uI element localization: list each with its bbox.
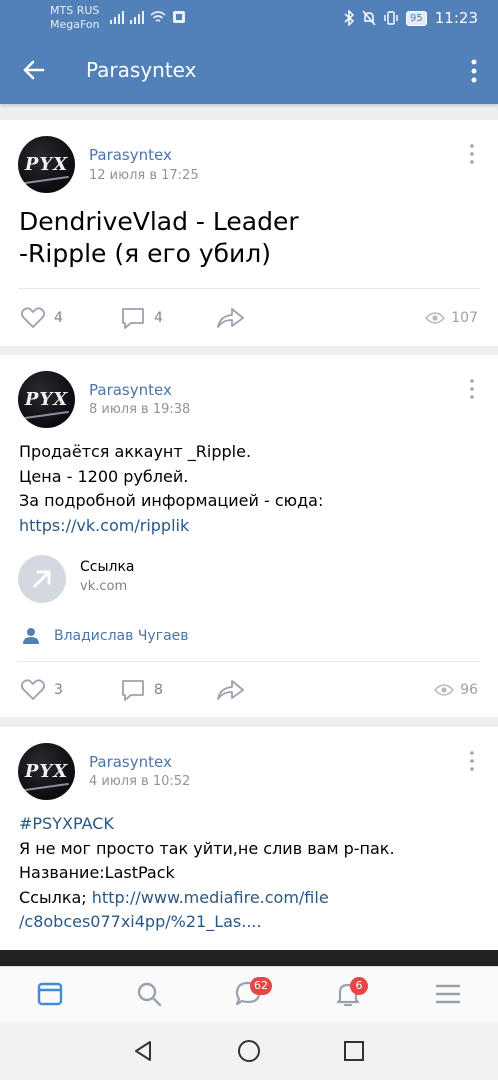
comment-count: 8: [154, 682, 163, 698]
link-preview-domain: vk.com: [80, 579, 128, 594]
eye-icon: [425, 312, 446, 324]
like-count: 3: [54, 682, 63, 698]
post-author[interactable]: Parasyntex: [89, 753, 172, 771]
post-link[interactable]: http://www.mediafire.com/file: [92, 888, 329, 907]
post-text-line: Я не мог просто так уйти,не слив вам p-п…: [19, 838, 395, 858]
menu-tab-icon[interactable]: [434, 980, 462, 1008]
carrier-name-2: MegaFon: [50, 18, 100, 31]
messages-badge: 62: [250, 977, 272, 995]
post-link-continued[interactable]: /c8obces077xi4pp/%21_Las....: [19, 910, 395, 935]
external-link-icon: [33, 570, 51, 588]
avatar[interactable]: PYX: [18, 743, 75, 800]
post-text: Продаётся аккаунт _Ripple. Цена - 1200 р…: [19, 440, 323, 538]
post-menu-icon[interactable]: [470, 144, 474, 164]
comment-icon: [122, 308, 144, 329]
app-bar: Parasyntex: [0, 36, 498, 104]
view-number: 96: [460, 682, 478, 698]
post-menu-icon[interactable]: [470, 751, 474, 771]
user-icon: [23, 628, 39, 644]
signal-icon: [130, 10, 144, 24]
post-text: #PSYXPACK Я не мог просто так уйти,не сл…: [19, 812, 395, 935]
wifi-icon: [150, 11, 166, 22]
post-card: PYX Parasyntex 4 июля в 10:52 #PSYXPACK …: [0, 727, 498, 950]
heart-icon: [20, 679, 46, 700]
system-home-icon[interactable]: [237, 1039, 261, 1063]
post-text-line: DendriveVlad - Leader: [19, 207, 299, 236]
carrier-info: MTS RUS MegaFon: [50, 4, 100, 32]
share-button[interactable]: [216, 678, 246, 702]
like-button[interactable]: 4: [20, 306, 63, 330]
eye-icon: [434, 684, 455, 696]
status-right: 95 11:23: [344, 9, 478, 27]
post-menu-icon[interactable]: [470, 379, 474, 399]
like-count: 4: [54, 310, 63, 326]
post-signer[interactable]: Владислав Чугаев: [22, 627, 189, 645]
post-text-line: -Ripple (я его убил): [19, 239, 272, 268]
notifications-tab[interactable]: 6: [334, 977, 368, 1008]
system-navigation-bar: [0, 1022, 498, 1080]
search-tab-icon[interactable]: [135, 980, 163, 1008]
post-text-line: За подробной информацией - сюда:: [19, 491, 324, 510]
comment-button[interactable]: 8: [120, 678, 163, 702]
avatar-logo-text: PYX: [24, 389, 69, 410]
post-author[interactable]: Parasyntex: [89, 146, 172, 164]
post-text-prefix: Ссылка;: [19, 887, 92, 907]
post-text-line: Ссылка; http://www.mediafire.com/file: [19, 886, 395, 911]
back-arrow-icon[interactable]: [20, 56, 48, 84]
post-date: 4 июля в 10:52: [89, 774, 191, 789]
avatar[interactable]: PYX: [18, 136, 75, 193]
signal-indicators: [110, 10, 186, 24]
media-preview-strip: [0, 950, 498, 966]
post-card: PYX Parasyntex 12 июля в 17:25 DendriveV…: [0, 120, 498, 346]
link-preview-title: Ссылка: [80, 559, 135, 575]
post-text-line: Название:LastPack: [19, 863, 175, 882]
system-back-icon[interactable]: [131, 1039, 155, 1063]
news-tab-icon[interactable]: [36, 980, 64, 1008]
messages-tab[interactable]: 62: [234, 977, 272, 1008]
bottom-tab-bar: 62 6: [0, 966, 498, 1022]
post-author[interactable]: Parasyntex: [89, 381, 172, 399]
post-text-line: Продаётся аккаунт _Ripple.: [19, 442, 252, 461]
comment-button[interactable]: 4: [120, 306, 163, 330]
divider: [18, 288, 480, 289]
like-button[interactable]: 3: [20, 678, 63, 702]
link-preview[interactable]: Ссылка vk.com: [18, 555, 478, 603]
screenshot-icon: [173, 11, 185, 23]
clock: 11:23: [434, 9, 478, 27]
heart-icon: [20, 307, 46, 328]
page-title: Parasyntex: [86, 58, 197, 82]
signer-name: Владислав Чугаев: [54, 628, 189, 644]
share-icon: [217, 308, 244, 328]
comment-count: 4: [154, 310, 163, 326]
view-count: 107: [425, 310, 478, 326]
share-button[interactable]: [216, 306, 246, 330]
post-text: DendriveVlad - Leader -Ripple (я его уби…: [19, 206, 299, 270]
avatar[interactable]: PYX: [18, 371, 75, 428]
mute-bell-icon: [362, 10, 376, 26]
post-date: 8 июля в 19:38: [89, 402, 191, 417]
more-options-icon[interactable]: [470, 58, 478, 84]
post-hashtag[interactable]: #PSYXPACK: [19, 812, 395, 837]
avatar-logo-text: PYX: [24, 154, 69, 175]
status-bar: MTS RUS MegaFon 95 11:23: [0, 0, 498, 36]
post-date: 12 июля в 17:25: [89, 168, 199, 183]
notifications-badge: 6: [350, 977, 368, 995]
view-count: 96: [434, 682, 478, 698]
post-link[interactable]: https://vk.com/ripplik: [19, 514, 323, 539]
carrier-name-1: MTS RUS: [50, 4, 100, 17]
post-text-line: Цена - 1200 рублей.: [19, 466, 189, 486]
system-recents-icon[interactable]: [342, 1039, 366, 1063]
signal-icon: [110, 10, 124, 24]
battery-indicator: 95: [406, 10, 427, 26]
bluetooth-icon: [344, 10, 355, 26]
link-preview-thumbnail: [18, 555, 66, 603]
share-icon: [217, 680, 244, 700]
vibrate-icon: [384, 11, 398, 25]
divider: [18, 661, 480, 662]
comment-icon: [122, 680, 144, 701]
avatar-logo-text: PYX: [24, 761, 69, 782]
post-card: PYX Parasyntex 8 июля в 19:38 Продаётся …: [0, 355, 498, 717]
view-number: 107: [451, 310, 478, 326]
